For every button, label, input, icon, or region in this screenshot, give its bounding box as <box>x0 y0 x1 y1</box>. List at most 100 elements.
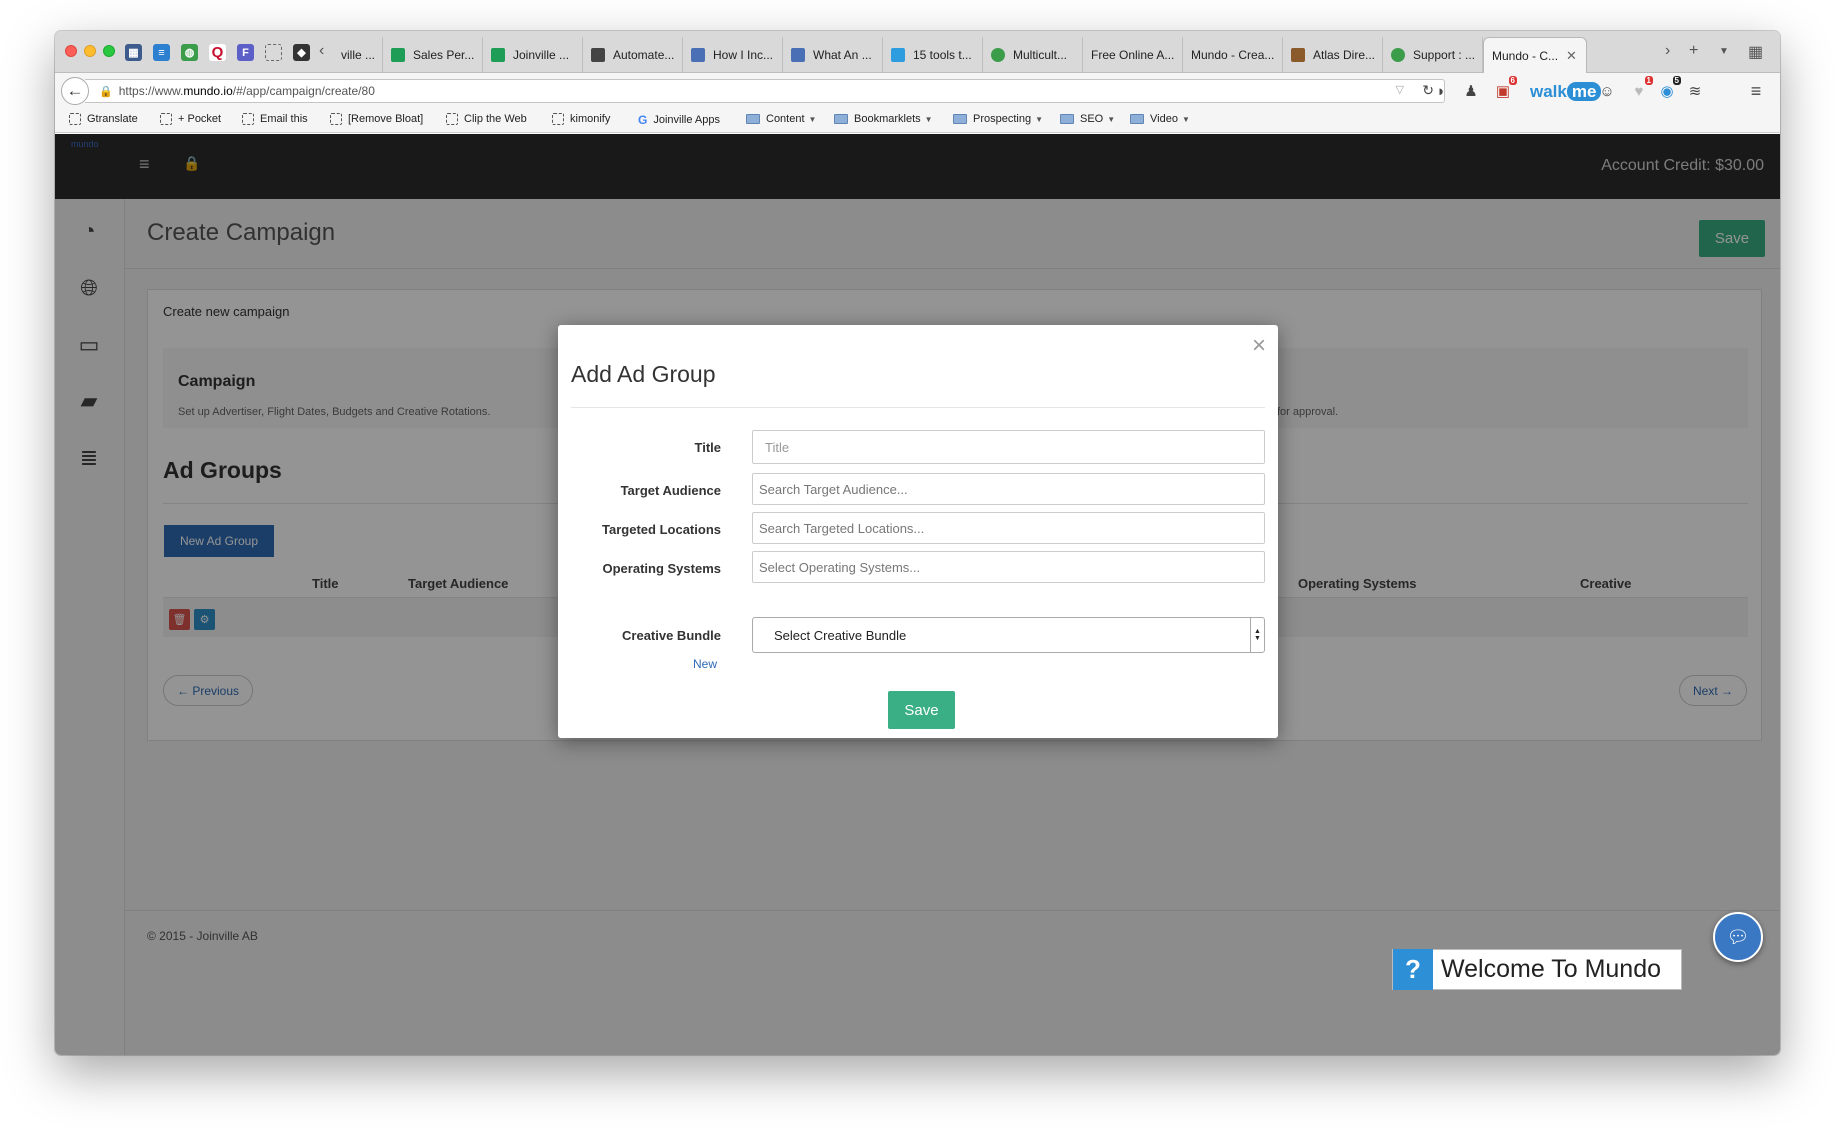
pinned-tab-blank-icon[interactable] <box>265 44 282 61</box>
tab-item[interactable]: ville ... <box>333 37 383 73</box>
title-input[interactable] <box>752 430 1265 464</box>
pinned-tab-chart-icon[interactable]: ▦ <box>125 44 142 61</box>
operating-systems-label: Operating Systems <box>602 561 722 576</box>
sheets-icon <box>391 48 405 62</box>
folder-icon <box>1130 114 1144 124</box>
bookmark-item[interactable]: Clip the Web <box>446 113 527 125</box>
add-ad-group-modal: × Add Ad Group Title Target Audience Tar… <box>558 325 1278 738</box>
walkme-extension[interactable]: walk me <box>1530 82 1602 102</box>
pinned-tab-quora-icon[interactable]: Q <box>209 44 226 61</box>
bookmark-folder[interactable]: Content ▼ <box>746 113 816 125</box>
tab-item[interactable]: Free Online A... <box>1083 37 1183 73</box>
tab-item[interactable]: How I Inc... <box>683 37 783 73</box>
tab-strip: ▦ ≡ ◍ Q F ◆ ‹ ville ... Sales Per... Joi… <box>55 31 1780 73</box>
pinned-tab-pocket-icon[interactable]: ◆ <box>293 44 310 61</box>
target-audience-label: Target Audience <box>620 483 721 498</box>
pinned-tab-f-icon[interactable]: F <box>237 44 254 61</box>
tab-item[interactable]: Automate... <box>583 37 683 73</box>
navigation-bar: 🔒 https://www. mundo.io/#/app/campaign/cr… <box>55 73 1780 109</box>
bookmark-item[interactable]: kimonify <box>552 113 610 125</box>
layers-extension-icon[interactable]: ≋ <box>1684 80 1706 102</box>
pinned-tab-globe-icon[interactable]: ◍ <box>181 44 198 61</box>
book-cover-icon <box>1291 48 1305 62</box>
tab-item[interactable]: Atlas Dire... <box>1283 37 1383 73</box>
bookmark-item[interactable]: G Joinville Apps <box>638 113 720 127</box>
bookmark-folder[interactable]: Video ▼ <box>1130 113 1190 125</box>
creative-bundle-value: Select Creative Bundle <box>774 627 907 643</box>
new-tab-icon[interactable]: + <box>1689 42 1698 60</box>
url-path: /#/app/campaign/create/80 <box>232 84 375 98</box>
close-icon[interactable]: × <box>1252 332 1266 360</box>
tab-item[interactable]: 15 tools t... <box>883 37 983 73</box>
folder-icon <box>953 114 967 124</box>
close-window-button[interactable] <box>65 45 77 57</box>
url-prefix: https://www. <box>118 84 184 98</box>
back-button[interactable]: ← <box>61 77 89 105</box>
bookmark-folder[interactable]: Bookmarklets ▼ <box>834 113 933 125</box>
pocket-extension-icon[interactable]: ◗ <box>1430 80 1452 102</box>
bookmark-page-icon <box>552 113 564 125</box>
tab-item[interactable]: What An ... <box>783 37 883 73</box>
operating-systems-select[interactable] <box>752 551 1265 583</box>
zoom-window-button[interactable] <box>103 45 115 57</box>
ghost-extension-icon[interactable]: ♟ <box>1460 80 1482 102</box>
modal-title: Add Ad Group <box>571 361 716 387</box>
rocket-icon <box>791 48 805 62</box>
save-ad-group-button[interactable]: Save <box>888 691 955 729</box>
shield-extension-icon[interactable]: ♥ 1 <box>1628 76 1653 102</box>
rocket-icon <box>691 48 705 62</box>
browser-window: ▦ ≡ ◍ Q F ◆ ‹ ville ... Sales Per... Joi… <box>55 31 1780 1055</box>
bookmark-page-icon <box>242 113 254 125</box>
tab-grid-icon[interactable]: ▦ <box>1748 42 1763 62</box>
new-creative-bundle-link[interactable]: New <box>693 657 717 671</box>
help-question-icon: ? <box>1393 949 1433 990</box>
google-icon: G <box>638 113 648 127</box>
chat-icon[interactable]: 💬︎ <box>1713 912 1763 962</box>
tab-list-dropdown-icon[interactable]: ▼ <box>1719 46 1729 57</box>
url-history-dropdown-icon[interactable]: ▽ <box>1396 83 1404 96</box>
chevron-down-icon: ▼ <box>1107 114 1116 124</box>
tab-item[interactable]: Sales Per... <box>383 37 483 73</box>
bookmark-item[interactable]: [Remove Bloat] <box>330 113 423 125</box>
title-label: Title <box>694 440 722 455</box>
secure-lock-icon: 🔒 <box>99 85 113 98</box>
tab-close-icon[interactable]: ✕ <box>1566 48 1577 64</box>
tabs-scroll-right-icon[interactable]: › <box>1665 42 1670 60</box>
folder-icon <box>1060 114 1074 124</box>
folder-icon <box>834 114 848 124</box>
tab-item[interactable]: Joinville ... <box>483 37 583 73</box>
welcome-widget[interactable]: ? Welcome To Mundo <box>1392 949 1682 990</box>
m-logo-icon <box>891 48 905 62</box>
folder-icon <box>746 114 760 124</box>
pinned-tab-list-icon[interactable]: ≡ <box>153 44 170 61</box>
creative-bundle-select[interactable]: Select Creative Bundle ▲ ▼ <box>752 617 1265 653</box>
chevron-down-icon: ▼ <box>808 114 817 124</box>
menu-hamburger-icon[interactable]: ≡ <box>1745 80 1767 102</box>
bookmark-page-icon <box>330 113 342 125</box>
bookmark-item[interactable]: Gtranslate <box>69 113 138 125</box>
bookmarks-bar: Gtranslate + Pocket Email this [Remove B… <box>55 109 1780 133</box>
notification-extension-icon[interactable]: ◉ 5 <box>1656 76 1681 102</box>
tab-item[interactable]: Multicult... <box>983 37 1083 73</box>
target-audience-search[interactable] <box>752 473 1265 505</box>
globe-icon <box>1391 48 1405 62</box>
chevron-down-icon[interactable]: ▲ ▼ <box>1250 618 1264 652</box>
lastpass-extension-icon[interactable]: ▣ 6 <box>1492 76 1517 102</box>
bar-chart-icon <box>591 48 605 62</box>
bookmark-folder[interactable]: SEO ▼ <box>1060 113 1115 125</box>
url-host: mundo.io <box>183 84 233 98</box>
sheets-icon <box>491 48 505 62</box>
tab-item[interactable]: Mundo - Crea... <box>1183 37 1283 73</box>
divider <box>571 407 1265 408</box>
bookmark-folder[interactable]: Prospecting ▼ <box>953 113 1043 125</box>
tab-item[interactable]: Support : ... <box>1383 37 1483 73</box>
targeted-locations-search[interactable] <box>752 512 1265 544</box>
minimize-window-button[interactable] <box>84 45 96 57</box>
tabs-scroll-left-icon[interactable]: ‹ <box>319 42 324 60</box>
bookmark-item[interactable]: Email this <box>242 113 308 125</box>
face-extension-icon[interactable]: ☺ <box>1596 80 1618 102</box>
url-bar[interactable]: 🔒 https://www. mundo.io/#/app/campaign/cr… <box>85 79 1445 103</box>
bookmark-item[interactable]: + Pocket <box>160 113 221 125</box>
bookmark-page-icon <box>160 113 172 125</box>
tab-active[interactable]: Mundo - C... ✕ <box>1483 37 1587 73</box>
